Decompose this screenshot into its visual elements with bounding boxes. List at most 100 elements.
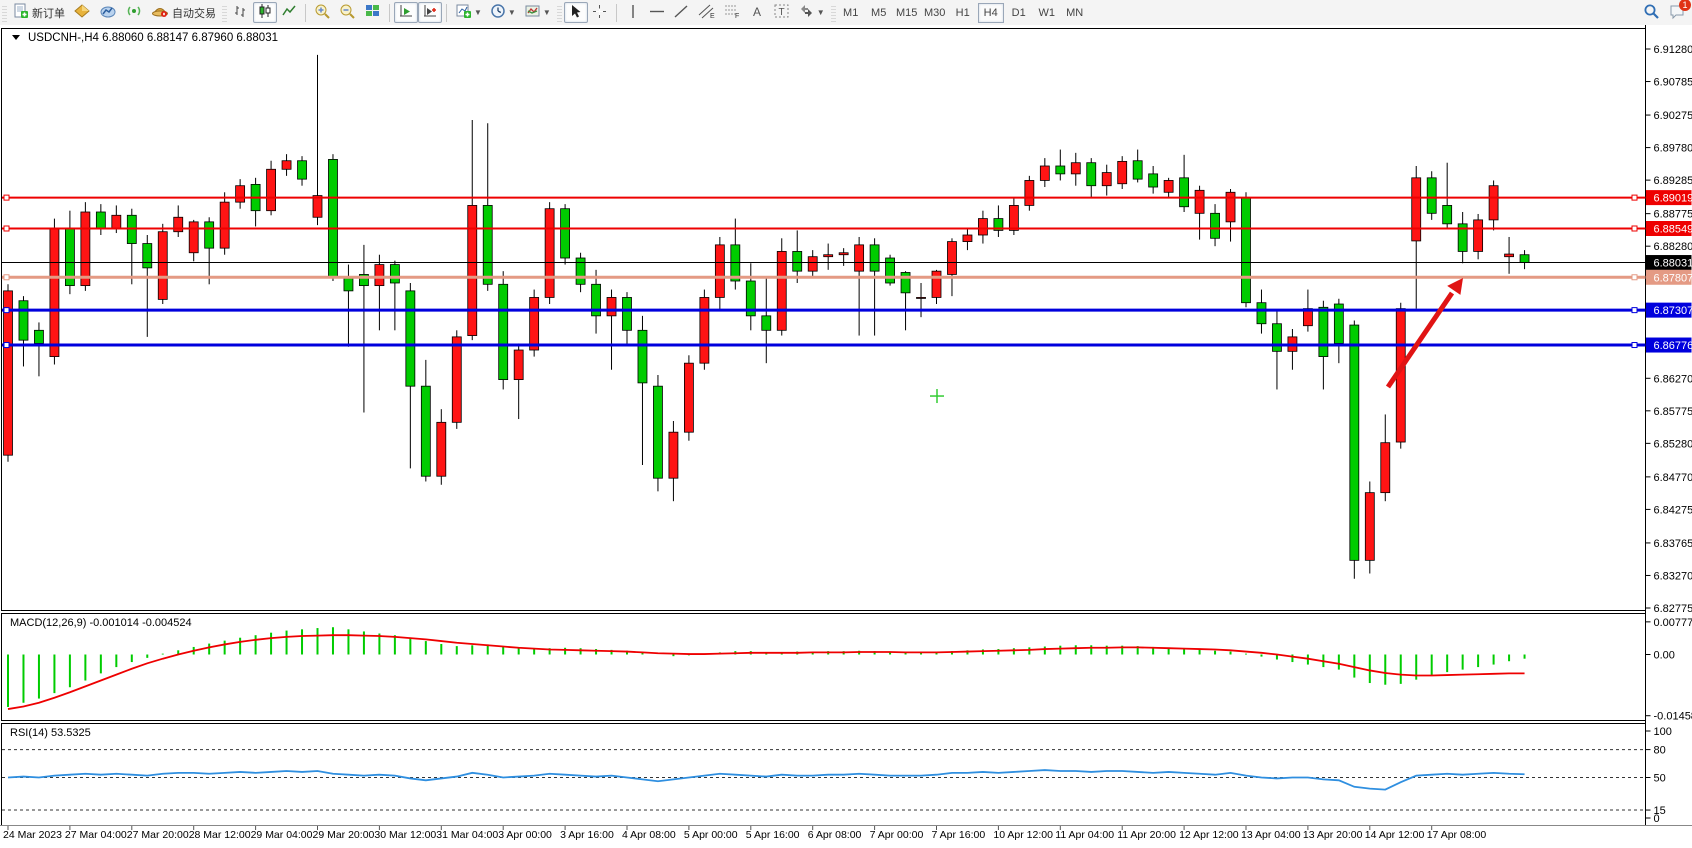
price-tick-label: 6.84275 xyxy=(1654,504,1692,516)
bar-chart-button[interactable] xyxy=(229,2,253,23)
zoom-out-icon xyxy=(339,3,356,22)
candle-body xyxy=(143,244,152,268)
candle-body xyxy=(808,257,817,271)
signals-button[interactable] xyxy=(121,2,147,23)
templates-button[interactable]: ▼ xyxy=(520,2,555,23)
indicators-caret-icon[interactable]: ▼ xyxy=(474,8,482,17)
timeframe-mn-button[interactable]: MN xyxy=(1062,3,1088,23)
candle-body xyxy=(236,186,245,202)
time-tick-label: 13 Apr 20:00 xyxy=(1303,829,1363,841)
market-button[interactable] xyxy=(95,2,121,23)
line-handle-left[interactable] xyxy=(4,308,9,313)
line-handle-right[interactable] xyxy=(1632,343,1637,348)
vertical-line-button[interactable] xyxy=(621,2,645,23)
auto-scroll-button[interactable] xyxy=(394,2,418,23)
new-order-button[interactable]: 新订单 xyxy=(9,2,69,23)
candle-body xyxy=(715,245,724,298)
svg-text:F: F xyxy=(735,13,739,19)
line-handle-right[interactable] xyxy=(1632,308,1637,313)
rsi-axis-label: 0 xyxy=(1654,813,1660,825)
text-button[interactable]: A xyxy=(745,2,769,23)
line-handle-left[interactable] xyxy=(4,195,9,200)
zoom-in-button[interactable] xyxy=(310,2,335,23)
line-handle-left[interactable] xyxy=(4,343,9,348)
candle-body xyxy=(1071,163,1080,174)
line-handle-left[interactable] xyxy=(4,275,9,280)
timeframe-m1-button[interactable]: M1 xyxy=(838,3,864,23)
candle-body xyxy=(19,301,28,340)
crosshair-button[interactable] xyxy=(588,2,612,23)
indicators-button[interactable]: ▼ xyxy=(451,2,486,23)
candle-body xyxy=(468,205,477,335)
time-tick-label: 10 Apr 12:00 xyxy=(993,829,1053,841)
candle xyxy=(50,219,59,365)
chart-shift-button[interactable] xyxy=(418,2,442,23)
notifications-button[interactable]: 1 xyxy=(1668,3,1686,23)
candle xyxy=(1350,320,1359,578)
candlestick-chart-button[interactable] xyxy=(253,2,277,23)
main-toolbar: 新订单 自动交易 xyxy=(0,0,1692,26)
horizontal-line-button[interactable] xyxy=(645,2,669,23)
line-handle-right[interactable] xyxy=(1632,195,1637,200)
timeframe-m30-button[interactable]: M30 xyxy=(922,3,948,23)
toolbar-grip[interactable] xyxy=(222,4,227,22)
arrows-caret-icon[interactable]: ▼ xyxy=(817,8,825,17)
search-icon[interactable] xyxy=(1643,3,1660,23)
candle-body xyxy=(313,196,322,218)
clock-icon xyxy=(490,3,506,22)
candle-body xyxy=(1195,190,1204,213)
candle-body xyxy=(1443,205,1452,223)
autotrading-button[interactable]: 自动交易 xyxy=(147,2,220,23)
timeframe-m15-button[interactable]: M15 xyxy=(894,3,920,23)
line-handle-right[interactable] xyxy=(1632,275,1637,280)
zoom-out-button[interactable] xyxy=(335,2,360,23)
time-tick-label: 5 Apr 16:00 xyxy=(746,829,800,841)
toolbar-grip[interactable] xyxy=(831,4,836,22)
chart-svg: 6.912806.907856.902756.897806.892856.887… xyxy=(0,25,1692,848)
periods-caret-icon[interactable]: ▼ xyxy=(508,8,516,17)
cursor-button[interactable] xyxy=(564,2,588,23)
trendline-icon xyxy=(673,4,689,22)
timeframe-h4-button[interactable]: H4 xyxy=(978,3,1004,23)
blue-cloud-chart-icon xyxy=(99,3,117,22)
toolbar-grip[interactable] xyxy=(557,4,562,22)
candle-body xyxy=(886,258,895,283)
candle-body xyxy=(1087,163,1096,186)
timeframe-m5-button[interactable]: M5 xyxy=(866,3,892,23)
timeframe-w1-button[interactable]: W1 xyxy=(1034,3,1060,23)
trendline-button[interactable] xyxy=(669,2,693,23)
arrows-button[interactable]: ▼ xyxy=(794,2,829,23)
toolbar-right-group: 1 xyxy=(1643,0,1686,25)
templates-caret-icon[interactable]: ▼ xyxy=(543,8,551,17)
fibonacci-button[interactable]: F xyxy=(719,2,745,23)
candle-body xyxy=(4,291,13,455)
candle-body xyxy=(777,251,786,330)
line-handle-right[interactable] xyxy=(1632,226,1637,231)
price-tick-label: 6.88280 xyxy=(1654,241,1692,253)
price-tag-label: 6.86776 xyxy=(1654,340,1692,352)
indicators-icon xyxy=(455,3,472,22)
candle xyxy=(886,255,895,286)
timeframe-h1-button[interactable]: H1 xyxy=(950,3,976,23)
candle-body xyxy=(684,363,693,432)
equidistant-channel-button[interactable]: E xyxy=(693,2,719,23)
candle xyxy=(545,202,554,304)
periods-button[interactable]: ▼ xyxy=(486,2,520,23)
text-label-button[interactable]: T xyxy=(769,2,794,23)
timeframe-d1-button[interactable]: D1 xyxy=(1006,3,1032,23)
line-chart-button[interactable] xyxy=(277,2,301,23)
toolbar-separator xyxy=(305,4,306,22)
candle xyxy=(1118,156,1127,189)
fibonacci-icon: F xyxy=(723,3,741,22)
tile-windows-button[interactable] xyxy=(360,2,385,23)
candle-body xyxy=(932,271,941,297)
candle-body xyxy=(917,297,926,298)
toolbar-grip[interactable] xyxy=(2,4,7,22)
metaeditor-button[interactable] xyxy=(69,2,95,23)
time-tick-label: 12 Apr 12:00 xyxy=(1179,829,1239,841)
line-handle-left[interactable] xyxy=(4,226,9,231)
candle-body xyxy=(762,316,771,330)
rsi-label: RSI(14) 53.5325 xyxy=(10,727,91,739)
candle xyxy=(158,224,167,304)
toolbar-separator xyxy=(389,4,390,22)
